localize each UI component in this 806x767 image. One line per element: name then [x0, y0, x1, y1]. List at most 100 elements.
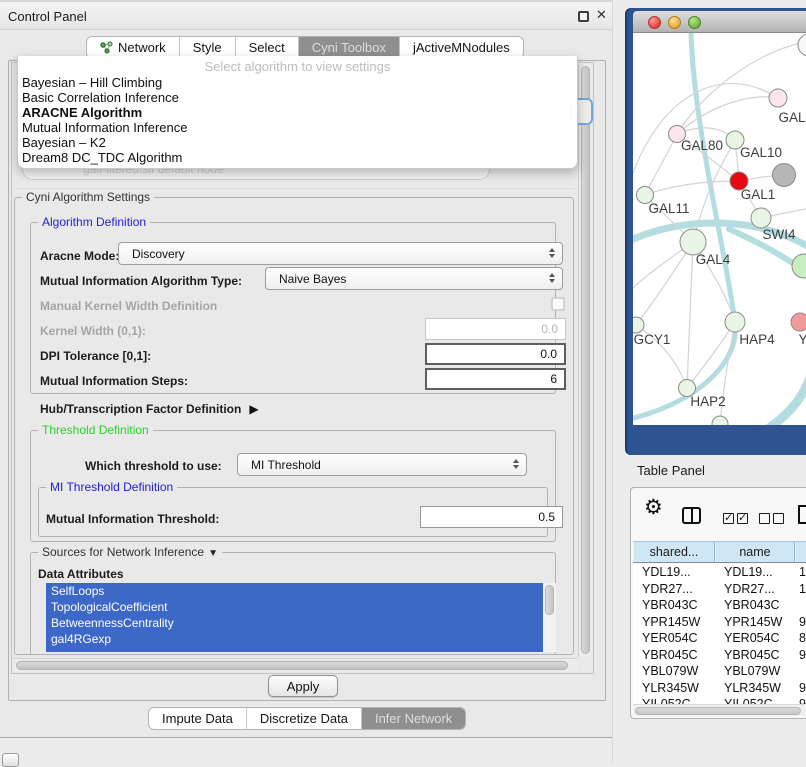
- table-row[interactable]: YBR045CYBR045C9.: [633, 647, 806, 664]
- deselect-all-icon[interactable]: [773, 513, 784, 524]
- tab-cyni-toolbox[interactable]: Cyni Toolbox: [298, 37, 399, 58]
- tab-jactivemnodules[interactable]: jActiveMNodules: [399, 37, 523, 58]
- table-row[interactable]: YBL079WYBL079W: [633, 663, 806, 680]
- node-label-gal10: GAL10: [740, 145, 782, 160]
- node-gray-node[interactable]: [773, 164, 796, 187]
- zoom-traffic-light-icon[interactable]: [688, 16, 701, 29]
- tab-network[interactable]: Network: [87, 37, 179, 58]
- node-label-gcy1: GCY1: [634, 332, 671, 347]
- dropdown-item-mutual-information-inference[interactable]: Mutual Information Inference: [18, 120, 577, 135]
- network-edge[interactable]: [645, 181, 739, 195]
- hub-definition-section[interactable]: Hub/Transcription Factor Definition: [40, 402, 259, 416]
- table-cell: YBL079W: [633, 663, 715, 680]
- attr-item-betweennesscentrality[interactable]: BetweennessCentrality: [46, 615, 540, 631]
- network-edge[interactable]: [691, 33, 735, 322]
- table-cell: YER054C: [633, 630, 715, 647]
- table-row[interactable]: YIL052CYIL052C9: [633, 696, 806, 704]
- apply-button[interactable]: Apply: [268, 675, 338, 697]
- minimize-traffic-light-icon[interactable]: [668, 16, 681, 29]
- expand-arrow-icon[interactable]: [249, 402, 258, 416]
- node-label-gal-top: GAL: [778, 110, 806, 125]
- node-big-green[interactable]: [792, 254, 806, 278]
- collapse-arrow-icon[interactable]: [208, 545, 218, 559]
- control-panel-titlebar: Control Panel ✕: [0, 0, 613, 30]
- split-columns-icon[interactable]: [682, 507, 701, 524]
- hub-definition-label: Hub/Transcription Factor Definition: [40, 402, 241, 416]
- kernel-width-label: Kernel Width (0,1):: [40, 324, 146, 338]
- gear-icon[interactable]: ⚙: [644, 497, 663, 518]
- table-body: YDL19...YDL19...13YDR27...YDR27...12YBR0…: [633, 564, 806, 704]
- network-edge[interactable]: [645, 134, 677, 195]
- spinner-arrows-icon: [513, 459, 519, 469]
- list-scrollbar-thumb[interactable]: [545, 585, 554, 615]
- table-panel-title: Table Panel: [637, 463, 705, 478]
- table-row[interactable]: YPR145WYPR145W9.: [633, 614, 806, 631]
- mi-algorithm-type-select[interactable]: Naive Bayes: [265, 267, 563, 290]
- dropdown-item-bayesian-hill-climbing[interactable]: Bayesian – Hill Climbing: [18, 75, 577, 90]
- aracne-mode-select[interactable]: Discovery: [118, 242, 563, 265]
- horizontal-scrollbar-thumb[interactable]: [16, 661, 568, 670]
- node-gal-top[interactable]: [769, 89, 787, 107]
- which-threshold-select[interactable]: MI Threshold: [237, 453, 527, 476]
- sources-title: Sources for Network Inference: [42, 545, 204, 559]
- table-header: shared...name: [633, 541, 806, 563]
- node-hap4[interactable]: [725, 312, 745, 332]
- network-edge[interactable]: [687, 242, 693, 388]
- attr-item-selfloops[interactable]: SelfLoops: [46, 583, 540, 599]
- node-bottom-green[interactable]: [712, 416, 728, 425]
- network-edge[interactable]: [677, 97, 778, 134]
- table-row[interactable]: YLR345WYLR345W9.: [633, 680, 806, 697]
- data-attributes-list[interactable]: SelfLoopsTopologicalCoefficientBetweenne…: [46, 583, 556, 652]
- column-header-col3[interactable]: [795, 542, 806, 562]
- tab-label: Discretize Data: [260, 711, 348, 726]
- dropdown-item-aracne-algorithm[interactable]: ARACNE Algorithm: [18, 105, 577, 120]
- minimized-panel-icon[interactable]: [2, 753, 19, 767]
- table-row[interactable]: YDR27...YDR27...12: [633, 581, 806, 598]
- tab-discretize-data[interactable]: Discretize Data: [246, 708, 361, 729]
- group-title: Threshold Definition: [38, 423, 153, 437]
- network-edge[interactable]: [769, 377, 806, 425]
- vertical-scrollbar-thumb[interactable]: [581, 66, 590, 654]
- table-row[interactable]: YBR043CYBR043C: [633, 597, 806, 614]
- node-swi4[interactable]: [751, 208, 771, 228]
- page-icon[interactable]: [798, 505, 806, 524]
- table-scrollbar-thumb[interactable]: [635, 707, 801, 715]
- mi-steps-field[interactable]: 6: [425, 368, 566, 390]
- table-cell: 9.: [795, 647, 806, 664]
- network-edge[interactable]: [636, 242, 693, 325]
- tab-select[interactable]: Select: [235, 37, 298, 58]
- select-all-icon[interactable]: [723, 513, 734, 524]
- algorithm-dropdown: Select algorithm to view settings Bayesi…: [17, 56, 578, 169]
- close-icon[interactable]: ✕: [596, 7, 607, 23]
- node-edge-node[interactable]: [798, 34, 806, 56]
- float-window-icon[interactable]: [578, 11, 589, 22]
- tab-style[interactable]: Style: [179, 37, 235, 58]
- table-cell: 9.: [795, 614, 806, 631]
- attr-item-topologicalcoefficient[interactable]: TopologicalCoefficient: [46, 599, 540, 615]
- tab-infer-network[interactable]: Infer Network: [361, 708, 465, 729]
- table-cell: YDR27...: [715, 581, 795, 598]
- select-all-icon[interactable]: [737, 513, 748, 524]
- column-header-shared[interactable]: shared...: [633, 542, 715, 562]
- table-row[interactable]: YDL19...YDL19...13: [633, 564, 806, 581]
- tab-label: Network: [118, 40, 166, 55]
- network-window-titlebar[interactable]: [633, 11, 806, 33]
- dropdown-item-basic-correlation-inference[interactable]: Basic Correlation Inference: [18, 90, 577, 105]
- table-row[interactable]: YER054CYER054C8.: [633, 630, 806, 647]
- attr-item-gal4rgexp[interactable]: gal4RGexp: [46, 631, 540, 647]
- tab-impute-data[interactable]: Impute Data: [149, 708, 246, 729]
- dpi-tolerance-field[interactable]: 0.0: [425, 343, 566, 365]
- network-canvas[interactable]: GALGAL80GAL10GAL1GAL11SWI4GAL4GCY1HAP4YH…: [633, 33, 806, 425]
- close-traffic-light-icon[interactable]: [648, 16, 661, 29]
- node-gcy1[interactable]: [633, 317, 644, 333]
- deselect-all-icon[interactable]: [759, 513, 770, 524]
- mi-threshold-field[interactable]: 0.5: [420, 506, 563, 528]
- dropdown-item-bayesian-k2[interactable]: Bayesian – K2: [18, 135, 577, 150]
- dropdown-item-dream8-dc-tdc-algorithm[interactable]: Dream8 DC_TDC Algorithm: [18, 150, 577, 165]
- node-label-hap2: HAP2: [690, 394, 725, 409]
- node-label-gal1: GAL1: [741, 187, 776, 202]
- aracne-mode-label: Aracne Mode:: [40, 249, 119, 263]
- network-tab-icon: [100, 41, 113, 54]
- node-y-node[interactable]: [791, 313, 806, 331]
- column-header-name[interactable]: name: [715, 542, 795, 562]
